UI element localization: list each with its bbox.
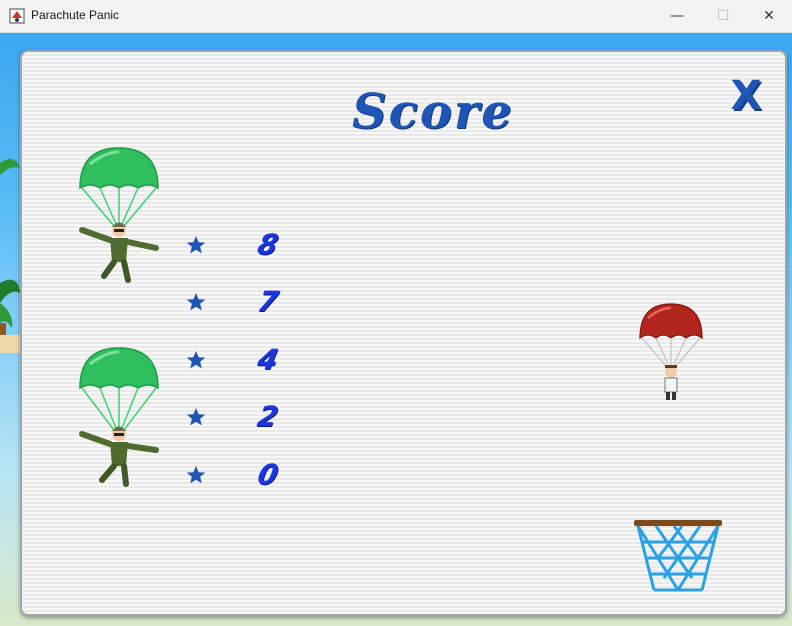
score-entry-4: 2 — [254, 400, 282, 433]
star-icon — [186, 293, 206, 311]
red-parachute-jumper — [639, 303, 703, 400]
window-titlebar: Parachute Panic — ☐ ✕ — [0, 0, 792, 33]
score-entry-1: 8 — [254, 228, 282, 261]
maximize-button[interactable]: ☐ — [700, 0, 746, 32]
score-title: Score — [352, 84, 514, 140]
star-icon — [186, 236, 206, 254]
star-icon — [186, 351, 206, 369]
app-icon — [9, 8, 25, 24]
score-panel: Score X 8 7 4 2 0 — [20, 50, 787, 616]
green-parachute-soldier — [79, 147, 159, 283]
palm-tree-decoration — [0, 159, 20, 353]
star-icon — [186, 466, 206, 484]
star-icon — [186, 408, 206, 426]
green-parachute-soldier — [79, 347, 159, 487]
minimize-button[interactable]: — — [654, 0, 700, 32]
window-close-button[interactable]: ✕ — [746, 0, 792, 32]
basketball-hoop — [634, 520, 722, 592]
score-entry-3: 4 — [254, 343, 282, 376]
score-entry-5: 0 — [254, 458, 282, 491]
close-icon[interactable]: X — [728, 73, 764, 119]
window-title: Parachute Panic — [31, 8, 120, 22]
game-background: Score X 8 7 4 2 0 — [0, 33, 792, 626]
score-entry-2: 7 — [254, 285, 282, 318]
